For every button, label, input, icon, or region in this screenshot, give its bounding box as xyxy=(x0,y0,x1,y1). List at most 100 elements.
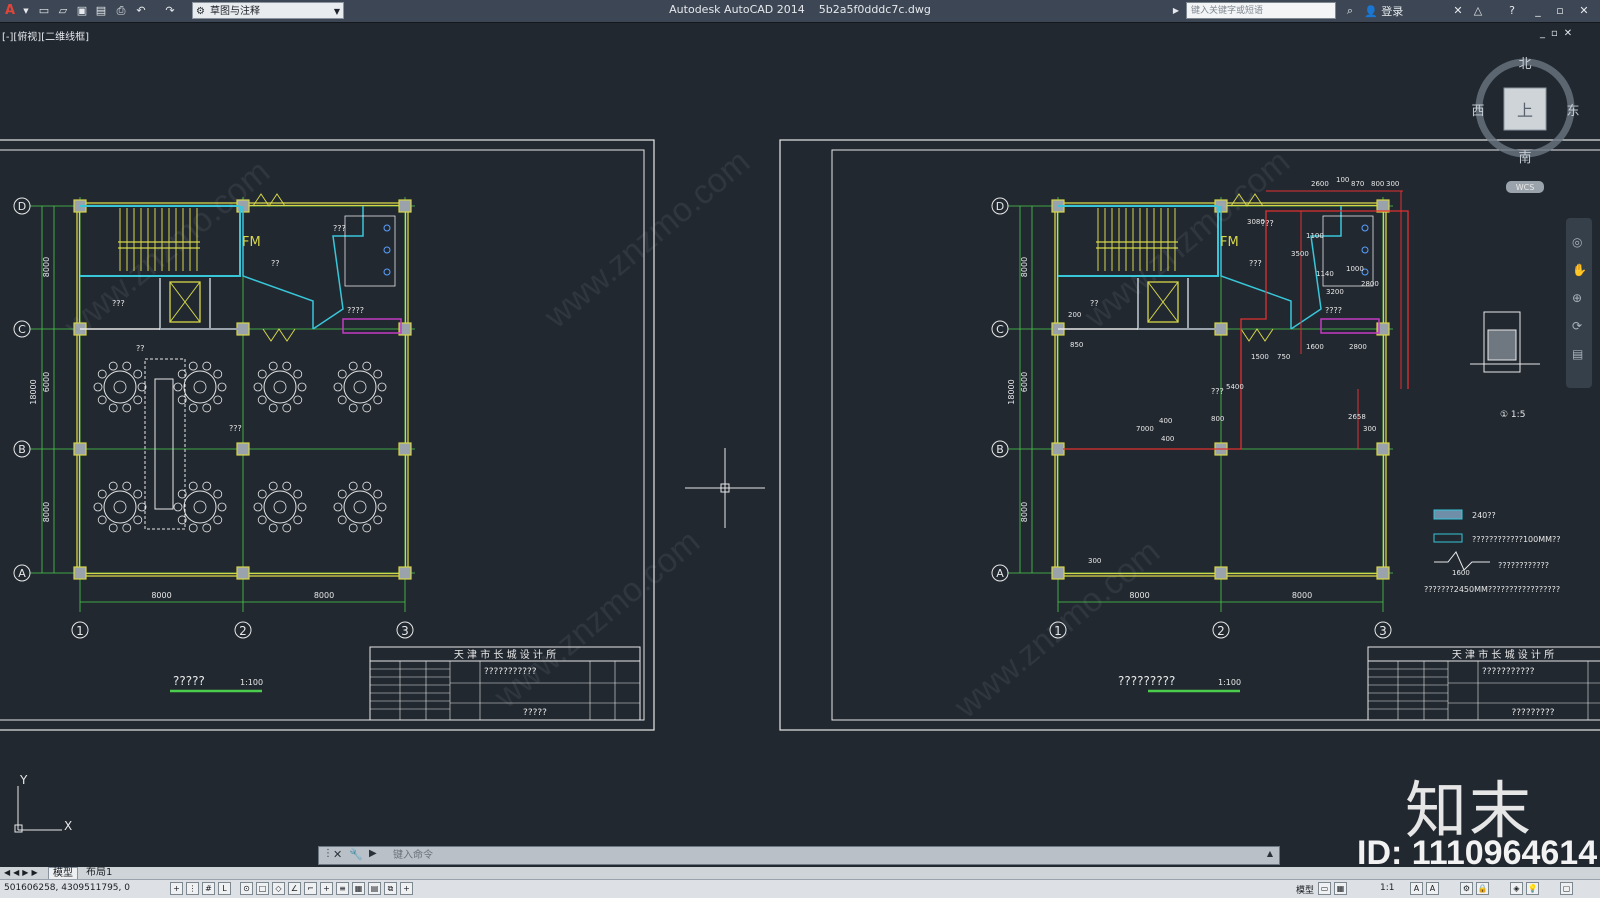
osnap-icon[interactable]: □ xyxy=(256,882,269,895)
round-table xyxy=(103,370,137,404)
chair xyxy=(373,489,383,499)
polar-icon[interactable]: ⊙ xyxy=(240,882,253,895)
chair xyxy=(122,361,132,371)
clean-screen-icon[interactable]: ▢ xyxy=(1560,882,1573,895)
dim-text-vertical: 6000 xyxy=(42,372,51,392)
room-label: ??? xyxy=(333,224,346,233)
new-file-icon[interactable]: ▭ xyxy=(36,3,52,19)
ducs-icon[interactable]: ⌐ xyxy=(304,882,317,895)
hardware-acceleration-icon[interactable]: ◈ xyxy=(1510,882,1523,895)
expand-arrow-icon[interactable]: ▶ xyxy=(1168,3,1184,19)
help-icon[interactable]: ? xyxy=(1504,3,1520,19)
red-dim-text: 870 xyxy=(1351,180,1364,188)
a360-icon[interactable]: △ xyxy=(1470,3,1486,19)
annotation-visibility-icon[interactable]: A xyxy=(1410,882,1423,895)
chair xyxy=(293,395,303,405)
chair xyxy=(268,481,278,491)
grid-label-row: A xyxy=(996,567,1004,580)
chair xyxy=(293,515,303,525)
chair xyxy=(377,382,387,392)
legend-swatch-hatch xyxy=(1433,509,1463,520)
sanitary-fixture xyxy=(383,246,391,254)
legend-label: ????????????100MM?? xyxy=(1472,535,1561,544)
quick-properties-icon[interactable]: ▤ xyxy=(368,882,381,895)
annotation-scale[interactable]: 1:1 xyxy=(1380,883,1394,893)
snap-icon[interactable]: ⋮ xyxy=(186,882,199,895)
isolate-objects-icon[interactable]: 💡 xyxy=(1526,882,1539,895)
workspace-select[interactable]: ⚙ 草图与注释 ▼ xyxy=(192,2,344,19)
tab-layout1[interactable]: 布局1 xyxy=(82,867,116,879)
search-input[interactable]: 键入关键字或短语 xyxy=(1186,2,1336,19)
wrench-icon[interactable]: 🔧 xyxy=(349,848,363,861)
viewcube-north: 北 xyxy=(1518,57,1531,72)
red-dim-text: 2600 xyxy=(1311,180,1329,188)
open-file-icon[interactable]: ▱ xyxy=(55,3,71,19)
chair xyxy=(337,395,347,405)
minimize-button[interactable]: _ xyxy=(1530,3,1546,19)
annotation-monitor-icon[interactable]: + xyxy=(400,882,413,895)
lock-icon[interactable]: 🔒 xyxy=(1476,882,1489,895)
3d-osnap-icon[interactable]: ◇ xyxy=(272,882,285,895)
red-dim-text: 800 xyxy=(1211,415,1224,423)
layout-view-icon[interactable]: ▭ xyxy=(1318,882,1331,895)
redo-icon[interactable]: ↷ xyxy=(162,3,178,19)
login-button[interactable]: 👤 登录 xyxy=(1364,3,1403,19)
red-dim-text: 300 xyxy=(1363,425,1376,433)
dyn-icon[interactable]: + xyxy=(320,882,333,895)
close-button[interactable]: ✕ xyxy=(1576,3,1592,19)
grid-icon[interactable]: # xyxy=(202,882,215,895)
red-dimension-path xyxy=(1063,359,1242,450)
red-dim-text: 300 xyxy=(1088,557,1101,565)
command-line[interactable]: ⋮ ✕ 🔧 ▶ 键入命令 ▲ xyxy=(318,846,1280,865)
chair xyxy=(348,403,358,413)
chair xyxy=(202,403,212,413)
pan-icon: ✋ xyxy=(1572,263,1587,277)
chair xyxy=(108,361,118,371)
save-icon[interactable]: ▣ xyxy=(74,3,90,19)
print-icon[interactable]: ⎙ xyxy=(113,3,129,19)
ortho-icon[interactable]: L xyxy=(218,882,231,895)
room-label: ?? xyxy=(136,344,145,353)
status-model-label[interactable]: 模型 xyxy=(1296,883,1314,896)
title-block-drawing: ????? xyxy=(523,708,547,718)
history-caret-icon[interactable]: ▲ xyxy=(1267,849,1273,858)
column xyxy=(398,199,412,213)
prompt-icon[interactable]: ▶ xyxy=(369,848,377,859)
quick-view-drawings-icon[interactable]: ▦ xyxy=(1334,882,1347,895)
grid-label-row: D xyxy=(18,200,26,213)
binoculars-icon[interactable]: ⌕ xyxy=(1342,3,1358,19)
chair xyxy=(297,502,307,512)
chair xyxy=(253,502,263,512)
exchange-icon[interactable]: ✕ xyxy=(1450,3,1466,19)
transparency-icon[interactable]: ▦ xyxy=(352,882,365,895)
detail-fill xyxy=(1487,329,1517,361)
close-icon[interactable]: ✕ xyxy=(333,848,342,861)
chair xyxy=(373,369,383,379)
otrack-icon[interactable]: ∠ xyxy=(288,882,301,895)
column xyxy=(1376,199,1390,213)
chair xyxy=(373,395,383,405)
menu-caret-icon[interactable]: ▼ xyxy=(18,3,34,19)
auto-scale-icon[interactable]: A xyxy=(1426,882,1439,895)
ucs-x-label: X xyxy=(64,819,72,833)
chair xyxy=(213,489,223,499)
selection-cycling-icon[interactable]: ⧉ xyxy=(384,882,397,895)
lineweight-icon[interactable]: ≡ xyxy=(336,882,349,895)
round-table xyxy=(103,490,137,524)
red-dim-text: 2800 xyxy=(1361,280,1379,288)
sanitary-fixture xyxy=(1361,246,1369,254)
tab-nav-arrows[interactable]: ◀◀▶▶ xyxy=(0,867,45,879)
chair xyxy=(188,481,198,491)
command-input[interactable]: 键入命令 xyxy=(393,847,433,864)
workspace-switch-icon[interactable]: ⚙ xyxy=(1460,882,1473,895)
file-name: 5b2a5f0dddc7c.dwg xyxy=(818,3,931,16)
wcs-label: WCS xyxy=(1516,183,1535,192)
chair xyxy=(97,515,107,525)
autocad-logo-icon[interactable]: A xyxy=(2,3,18,19)
drawing-canvas[interactable]: 1 2 3 D C B A 8000 6000 18000 8000 8000 8000 FM??????… xyxy=(0,22,1600,845)
undo-icon[interactable]: ↶ xyxy=(133,3,149,19)
save-as-icon[interactable]: ▤ xyxy=(93,3,109,19)
maximize-button[interactable]: ▫ xyxy=(1552,3,1568,19)
infer-constraints-icon[interactable]: + xyxy=(170,882,183,895)
grip-icon[interactable]: ⋮ xyxy=(323,848,333,859)
